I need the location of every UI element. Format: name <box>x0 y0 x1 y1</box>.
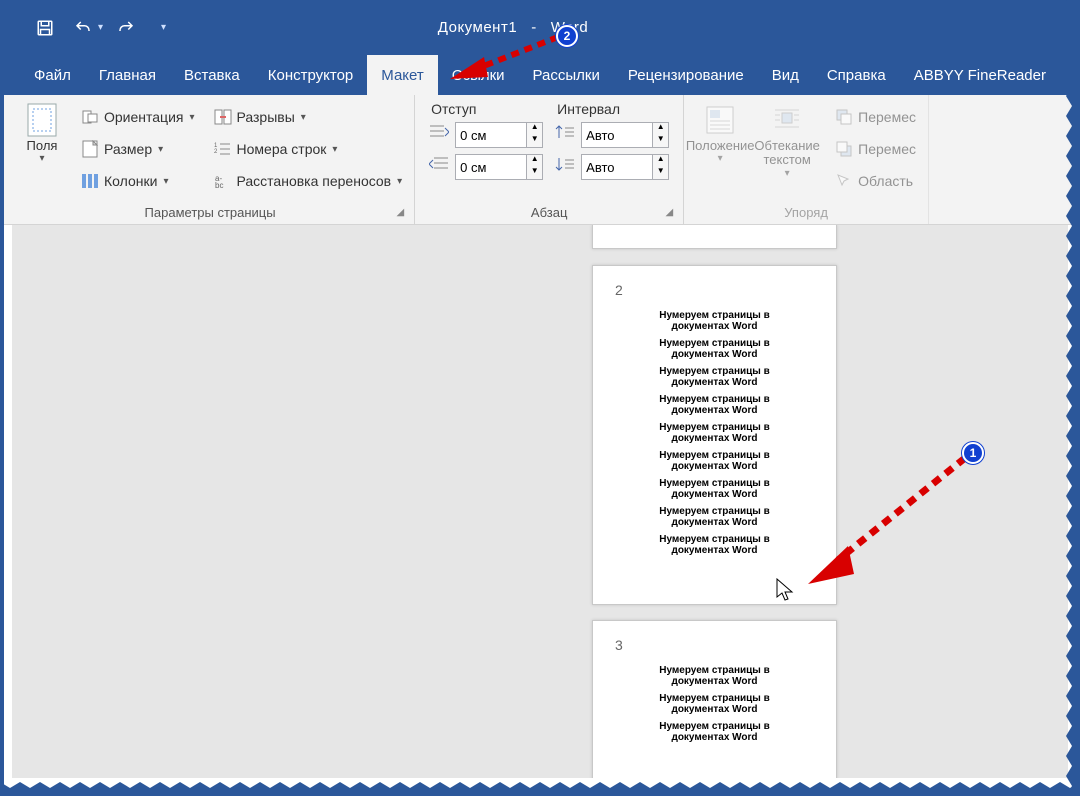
spacing-after-icon <box>555 156 577 178</box>
columns-button[interactable]: Колонки▾ <box>76 165 199 197</box>
tab-home[interactable]: Главная <box>85 55 170 95</box>
spacing-after-input[interactable] <box>581 154 653 180</box>
size-button[interactable]: Размер▾ <box>76 133 199 165</box>
indent-label: Отступ <box>429 99 543 119</box>
dialog-launcher-icon[interactable]: ◢ <box>665 207 673 218</box>
tab-view[interactable]: Вид <box>758 55 813 95</box>
group-paragraph: Отступ ▲▼ ▲▼ Интервал ▲▼ <box>415 95 684 224</box>
paragraph-text: Нумеруем страницы вдокументах Word <box>640 338 790 360</box>
selection-pane-button: Область <box>830 165 920 197</box>
text-wrap-button: Обтекание текстом ▾ <box>748 99 826 203</box>
redo-icon[interactable] <box>111 13 141 43</box>
position-icon <box>703 103 737 137</box>
ribbon: Поля ▾ Ориентация▾ Размер▾ Колонки▾ <box>0 95 1080 225</box>
paragraph-text: Нумеруем страницы вдокументах Word <box>640 422 790 444</box>
breaks-button[interactable]: Разрывы▾ <box>209 101 407 133</box>
group-arrange: Положение ▾ Обтекание текстом ▾ Перемес … <box>684 95 929 224</box>
spinner-icon[interactable]: ▲▼ <box>653 122 669 148</box>
spacing-after-control[interactable]: ▲▼ <box>555 152 669 182</box>
paragraph-text: Нумеруем страницы вдокументах Word <box>640 534 790 556</box>
group-label-arrange: Упоряд <box>692 203 920 224</box>
margins-button[interactable]: Поля ▾ <box>14 99 70 203</box>
page-number: 2 <box>615 282 820 298</box>
paragraph-text: Нумеруем страницы вдокументах Word <box>640 506 790 528</box>
paragraph-text: Нумеруем страницы вдокументах Word <box>640 450 790 472</box>
tab-insert[interactable]: Вставка <box>170 55 254 95</box>
columns-icon <box>80 171 100 191</box>
send-backward-icon <box>834 139 854 159</box>
chevron-down-icon: ▾ <box>39 153 44 164</box>
spacing-label: Интервал <box>555 99 669 119</box>
undo-dropdown-icon[interactable]: ▾ <box>98 22 103 33</box>
paragraph-text: Нумеруем страницы вдокументах Word <box>640 310 790 332</box>
page-1-bottom <box>592 225 837 249</box>
spinner-icon[interactable]: ▲▼ <box>653 154 669 180</box>
paragraph-text: Нумеруем страницы вдокументах Word <box>640 693 790 715</box>
position-button: Положение ▾ <box>692 99 748 203</box>
dialog-launcher-icon[interactable]: ◢ <box>396 207 404 218</box>
tab-file[interactable]: Файл <box>20 55 85 95</box>
paragraph-text: Нумеруем страницы вдокументах Word <box>640 721 790 743</box>
orientation-button[interactable]: Ориентация▾ <box>76 101 199 133</box>
tab-design[interactable]: Конструктор <box>254 55 368 95</box>
spacing-before-control[interactable]: ▲▼ <box>555 120 669 150</box>
group-page-setup: Поля ▾ Ориентация▾ Размер▾ Колонки▾ <box>0 95 415 224</box>
spinner-icon[interactable]: ▲▼ <box>527 122 543 148</box>
undo-icon[interactable] <box>68 13 98 43</box>
wrap-text-icon <box>770 103 804 137</box>
indent-left-icon <box>429 124 451 146</box>
paragraph-text: Нумеруем страницы вдокументах Word <box>640 478 790 500</box>
save-icon[interactable] <box>30 13 60 43</box>
group-label-paragraph: Абзац ◢ <box>423 203 675 224</box>
annotation-arrow-1 <box>790 450 980 600</box>
send-backward-button: Перемес <box>830 133 920 165</box>
tab-review[interactable]: Рецензирование <box>614 55 758 95</box>
svg-text:2: 2 <box>214 149 218 155</box>
clip-border-bottom <box>0 782 1080 796</box>
bring-forward-icon <box>834 107 854 127</box>
group-label-page-setup: Параметры страницы ◢ <box>14 203 406 224</box>
indent-right-icon <box>429 156 451 178</box>
line-numbers-button[interactable]: 12 Номера строк▾ <box>209 133 407 165</box>
hyphenation-icon: a-bc <box>213 171 233 191</box>
indent-left-control[interactable]: ▲▼ <box>429 120 543 150</box>
breaks-icon <box>213 107 233 127</box>
indent-left-input[interactable] <box>455 122 527 148</box>
page-size-icon <box>80 139 100 159</box>
callout-1: 1 <box>962 442 984 464</box>
quick-access-toolbar: ▾ ▾ <box>0 13 166 43</box>
bring-forward-button: Перемес <box>830 101 920 133</box>
paragraph-text: Нумеруем страницы вдокументах Word <box>640 665 790 687</box>
spacing-before-icon <box>555 124 577 146</box>
tab-layout[interactable]: Макет <box>367 55 437 95</box>
tab-help[interactable]: Справка <box>813 55 900 95</box>
indent-right-input[interactable] <box>455 154 527 180</box>
paragraph-text: Нумеруем страницы вдокументах Word <box>640 366 790 388</box>
page-3[interactable]: 3 Нумеруем страницы вдокументах Word Нум… <box>592 620 837 778</box>
paragraph-text: Нумеруем страницы вдокументах Word <box>640 394 790 416</box>
line-numbers-icon: 12 <box>213 139 233 159</box>
annotation-arrow-2 <box>430 29 570 89</box>
indent-right-control[interactable]: ▲▼ <box>429 152 543 182</box>
svg-text:bc: bc <box>215 181 223 189</box>
selection-pane-icon <box>834 171 854 191</box>
margins-icon <box>25 103 59 137</box>
spacing-before-input[interactable] <box>581 122 653 148</box>
tab-abbyy[interactable]: ABBYY FineReader <box>900 55 1060 95</box>
spinner-icon[interactable]: ▲▼ <box>527 154 543 180</box>
page-number: 3 <box>615 637 820 653</box>
callout-2: 2 <box>556 25 578 47</box>
orientation-icon <box>80 107 100 127</box>
hyphenation-button[interactable]: a-bc Расстановка переносов▾ <box>209 165 407 197</box>
